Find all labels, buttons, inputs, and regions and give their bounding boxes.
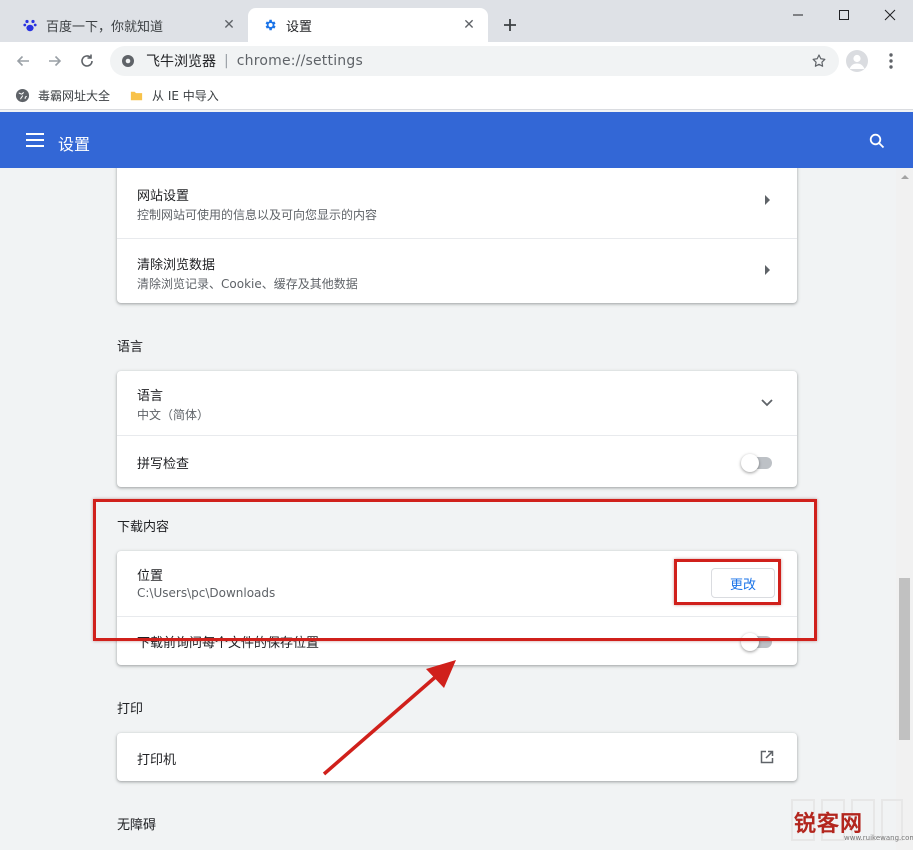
bookmark-duba[interactable]: 毒霸网址大全	[14, 85, 110, 105]
chevron-down-icon[interactable]	[759, 395, 775, 411]
browser-toolbar: 飞牛浏览器 | chrome://settings	[0, 42, 913, 80]
minimize-icon[interactable]	[775, 0, 821, 30]
watermark-logo: 锐客网 www.ruikewang.com	[788, 796, 913, 846]
chevron-right-icon	[759, 262, 775, 278]
bookmark-import-ie[interactable]: 从 IE 中导入	[128, 85, 219, 105]
back-arrow-icon[interactable]	[10, 48, 36, 74]
watermark-url: www.ruikewang.com	[844, 834, 913, 842]
folder-icon	[128, 87, 144, 103]
site-name: 飞牛浏览器	[146, 54, 216, 70]
tab-title: 设置	[286, 19, 313, 35]
annotation-highlight-change-button	[674, 559, 781, 605]
accessibility-section-title: 无障碍	[117, 818, 157, 833]
more-menu-icon[interactable]	[881, 50, 901, 72]
row-title: 网站设置	[137, 189, 190, 204]
printers-row[interactable]: 打印机	[117, 733, 797, 781]
scroll-up-arrow-icon[interactable]	[896, 168, 913, 185]
profile-avatar-icon[interactable]	[846, 50, 868, 72]
url-text[interactable]: chrome://settings	[237, 53, 363, 69]
maximize-icon[interactable]	[821, 0, 867, 30]
language-row[interactable]: 语言 中文（简体）	[117, 371, 797, 435]
reload-icon[interactable]	[74, 48, 100, 74]
search-icon[interactable]	[866, 130, 888, 152]
language-card: 语言 中文（简体） 拼写检查	[117, 371, 797, 487]
menu-icon[interactable]	[25, 130, 45, 150]
scrollbar-thumb[interactable]	[899, 578, 910, 740]
omnibox-separator: |	[224, 53, 229, 69]
gear-icon	[262, 17, 278, 33]
vertical-scrollbar[interactable]	[896, 168, 913, 850]
clear-browsing-data-row[interactable]: 清除浏览数据 清除浏览记录、Cookie、缓存及其他数据	[117, 239, 797, 303]
window-close-icon[interactable]	[867, 0, 913, 30]
baidu-paw-icon	[22, 17, 38, 33]
site-info-icon[interactable]	[120, 53, 136, 69]
bookmark-label: 从 IE 中导入	[152, 88, 219, 103]
page-title: 设置	[58, 135, 91, 154]
tab-strip: 百度一下，你就知道 ✕ 设置 ✕	[0, 0, 913, 42]
address-bar[interactable]: 飞牛浏览器 | chrome://settings	[110, 46, 839, 76]
printing-section-title: 打印	[117, 702, 144, 717]
row-subtitle: 清除浏览记录、Cookie、缓存及其他数据	[137, 277, 358, 291]
chevron-right-icon	[759, 192, 775, 208]
new-tab-icon[interactable]	[499, 14, 521, 36]
bookmark-star-icon[interactable]	[809, 51, 829, 71]
globe-icon	[14, 87, 30, 103]
bookmark-label: 毒霸网址大全	[38, 88, 111, 103]
row-title: 清除浏览数据	[137, 258, 216, 273]
spellcheck-toggle[interactable]	[741, 454, 775, 472]
tab-close-icon[interactable]: ✕	[460, 16, 478, 34]
privacy-card: 网站设置 控制网站可使用的信息以及可向您显示的内容 清除浏览数据 清除浏览记录、…	[117, 168, 797, 303]
tab-title: 百度一下，你就知道	[46, 19, 164, 35]
toggle-knob	[741, 454, 759, 472]
tab-settings[interactable]: 设置 ✕	[248, 8, 488, 42]
forward-arrow-icon[interactable]	[42, 48, 68, 74]
tab-baidu[interactable]: 百度一下，你就知道 ✕	[8, 8, 248, 42]
row-title: 语言	[137, 389, 164, 404]
row-title: 打印机	[137, 753, 177, 768]
spellcheck-row: 拼写检查	[117, 436, 797, 487]
site-settings-row[interactable]: 网站设置 控制网站可使用的信息以及可向您显示的内容	[117, 168, 797, 238]
row-title: 拼写检查	[137, 457, 190, 472]
open-external-icon[interactable]	[759, 749, 775, 765]
settings-header: 设置	[0, 112, 913, 168]
row-subtitle: 中文（简体）	[137, 408, 210, 422]
row-subtitle: 控制网站可使用的信息以及可向您显示的内容	[137, 208, 378, 222]
tab-close-icon[interactable]: ✕	[220, 16, 238, 34]
bookmarks-bar: 毒霸网址大全 从 IE 中导入	[0, 80, 913, 110]
printing-card: 打印机	[117, 733, 797, 781]
language-section-title: 语言	[117, 340, 144, 355]
